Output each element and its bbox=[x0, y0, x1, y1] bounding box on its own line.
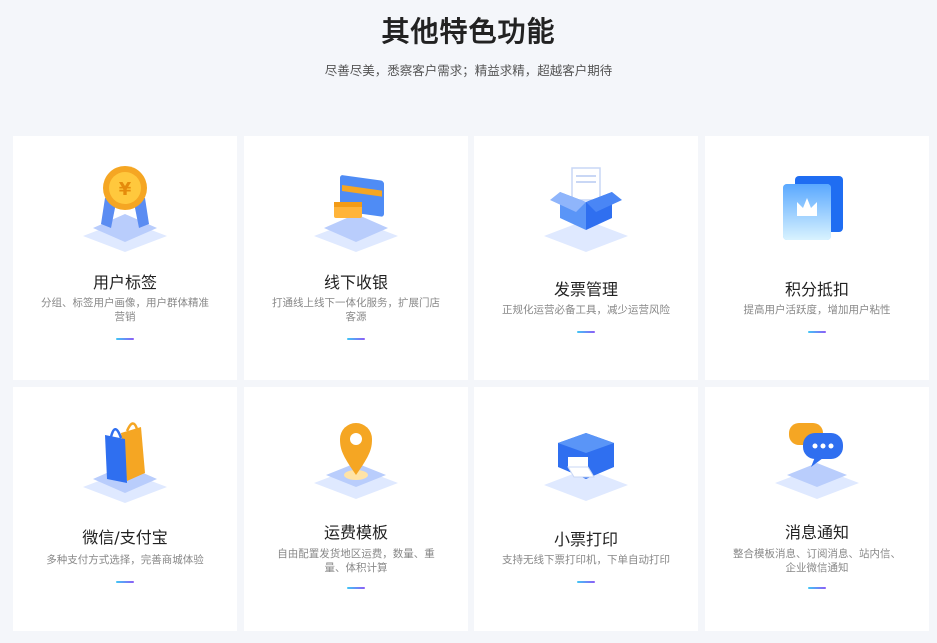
shopping-bag-icon bbox=[75, 409, 175, 509]
accent-bar bbox=[347, 338, 365, 340]
feature-title: 消息通知 bbox=[784, 523, 849, 542]
feature-description: 支持无线下票打印机，下单自动打印 bbox=[502, 554, 670, 566]
feature-description: 打通线上线下一体化服务，扩展门店客源 bbox=[272, 297, 440, 323]
medal-icon: ¥ bbox=[75, 158, 175, 258]
feature-card-user-tags[interactable]: ¥ 用户标签 分组、标签用户画像，用户群体精准营销 bbox=[13, 136, 237, 380]
section-subtitle: 尽善尽美，悉察客户需求；精益求精，超越客户期待 bbox=[324, 63, 613, 78]
section-title: 其他特色功能 bbox=[381, 15, 556, 48]
feature-title: 运费模板 bbox=[323, 523, 388, 542]
accent-bar bbox=[808, 587, 826, 589]
feature-card-shipping-template[interactable]: 运费模板 自由配置发货地区运费，数量、重量、体积计算 bbox=[244, 387, 468, 631]
feature-description: 分组、标签用户画像，用户群体精准营销 bbox=[41, 297, 209, 323]
feature-description: 整合模板消息、订阅消息、站内信、企业微信通知 bbox=[733, 548, 901, 574]
feature-card-message-notification[interactable]: 消息通知 整合模板消息、订阅消息、站内信、企业微信通知 bbox=[705, 387, 929, 631]
feature-card-offline-cashier[interactable]: 线下收银 打通线上线下一体化服务，扩展门店客源 bbox=[244, 136, 468, 380]
card-payment-icon bbox=[306, 158, 406, 258]
feature-description: 提高用户活跃度，增加用户粘性 bbox=[743, 304, 891, 316]
svg-text:¥: ¥ bbox=[119, 179, 132, 200]
accent-bar bbox=[116, 338, 134, 340]
section-header: 其他特色功能 尽善尽美，悉察客户需求；精益求精，超越客户期待 bbox=[0, 0, 937, 120]
feature-title: 用户标签 bbox=[92, 273, 157, 292]
accent-bar bbox=[577, 331, 595, 333]
location-pin-icon bbox=[306, 409, 406, 509]
feature-title: 发票管理 bbox=[553, 280, 618, 299]
feature-description: 正规化运营必备工具，减少运营风险 bbox=[502, 304, 670, 316]
accent-bar bbox=[116, 581, 134, 583]
feature-title: 微信/支付宝 bbox=[82, 528, 168, 547]
accent-bar bbox=[808, 331, 826, 333]
chat-bubble-icon bbox=[767, 409, 867, 509]
feature-description: 自由配置发货地区运费，数量、重量、体积计算 bbox=[277, 548, 435, 574]
invoice-box-icon bbox=[536, 158, 636, 258]
feature-title: 线下收银 bbox=[323, 273, 388, 292]
accent-bar bbox=[347, 587, 365, 589]
accent-bar bbox=[577, 581, 595, 583]
feature-description: 多种支付方式选择，完善商城体验 bbox=[46, 554, 204, 566]
feature-card-invoice[interactable]: 发票管理 正规化运营必备工具，减少运营风险 bbox=[474, 136, 698, 380]
feature-title: 小票打印 bbox=[553, 530, 618, 549]
feature-card-points[interactable]: 积分抵扣 提高用户活跃度，增加用户粘性 bbox=[705, 136, 929, 380]
feature-title: 积分抵扣 bbox=[784, 280, 849, 299]
printer-icon bbox=[536, 409, 636, 509]
crown-points-icon bbox=[767, 158, 867, 258]
feature-card-receipt-printing[interactable]: 小票打印 支持无线下票打印机，下单自动打印 bbox=[474, 387, 698, 631]
feature-card-payment[interactable]: 微信/支付宝 多种支付方式选择，完善商城体验 bbox=[13, 387, 237, 631]
